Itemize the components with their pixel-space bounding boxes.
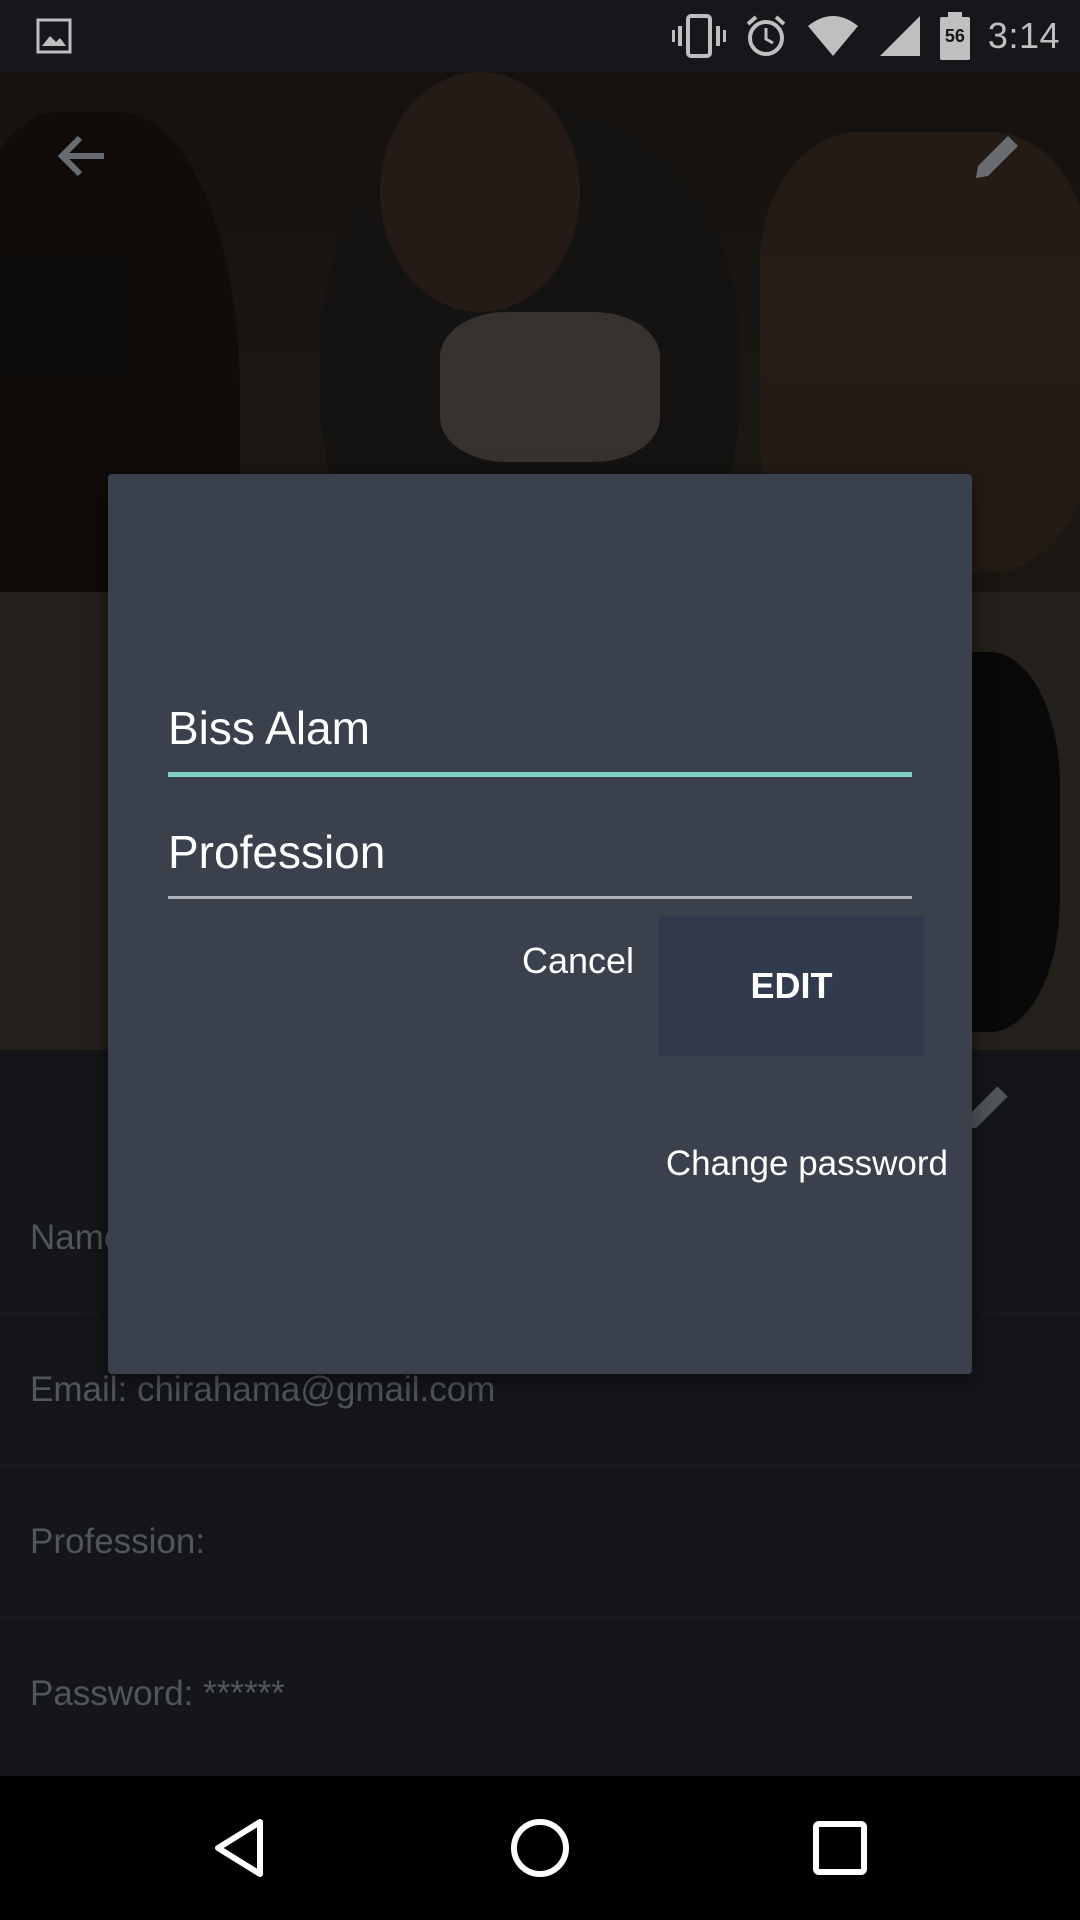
home-circle-icon[interactable] <box>508 1816 572 1880</box>
change-password-button[interactable]: Change password <box>608 1134 948 1194</box>
name-field <box>168 692 912 777</box>
profession-field <box>168 816 912 899</box>
back-triangle-icon[interactable] <box>208 1816 272 1880</box>
profession-input[interactable] <box>168 816 912 888</box>
recents-square-icon[interactable] <box>808 1816 872 1880</box>
edit-button[interactable]: EDIT <box>659 916 924 1056</box>
edit-profile-dialog: Cancel EDIT Change password <box>108 474 972 1374</box>
navigation-bar <box>0 1776 1080 1920</box>
name-underline <box>168 772 912 777</box>
profession-underline <box>168 896 912 899</box>
name-input[interactable] <box>168 692 912 764</box>
cancel-button[interactable]: Cancel <box>488 916 668 1006</box>
